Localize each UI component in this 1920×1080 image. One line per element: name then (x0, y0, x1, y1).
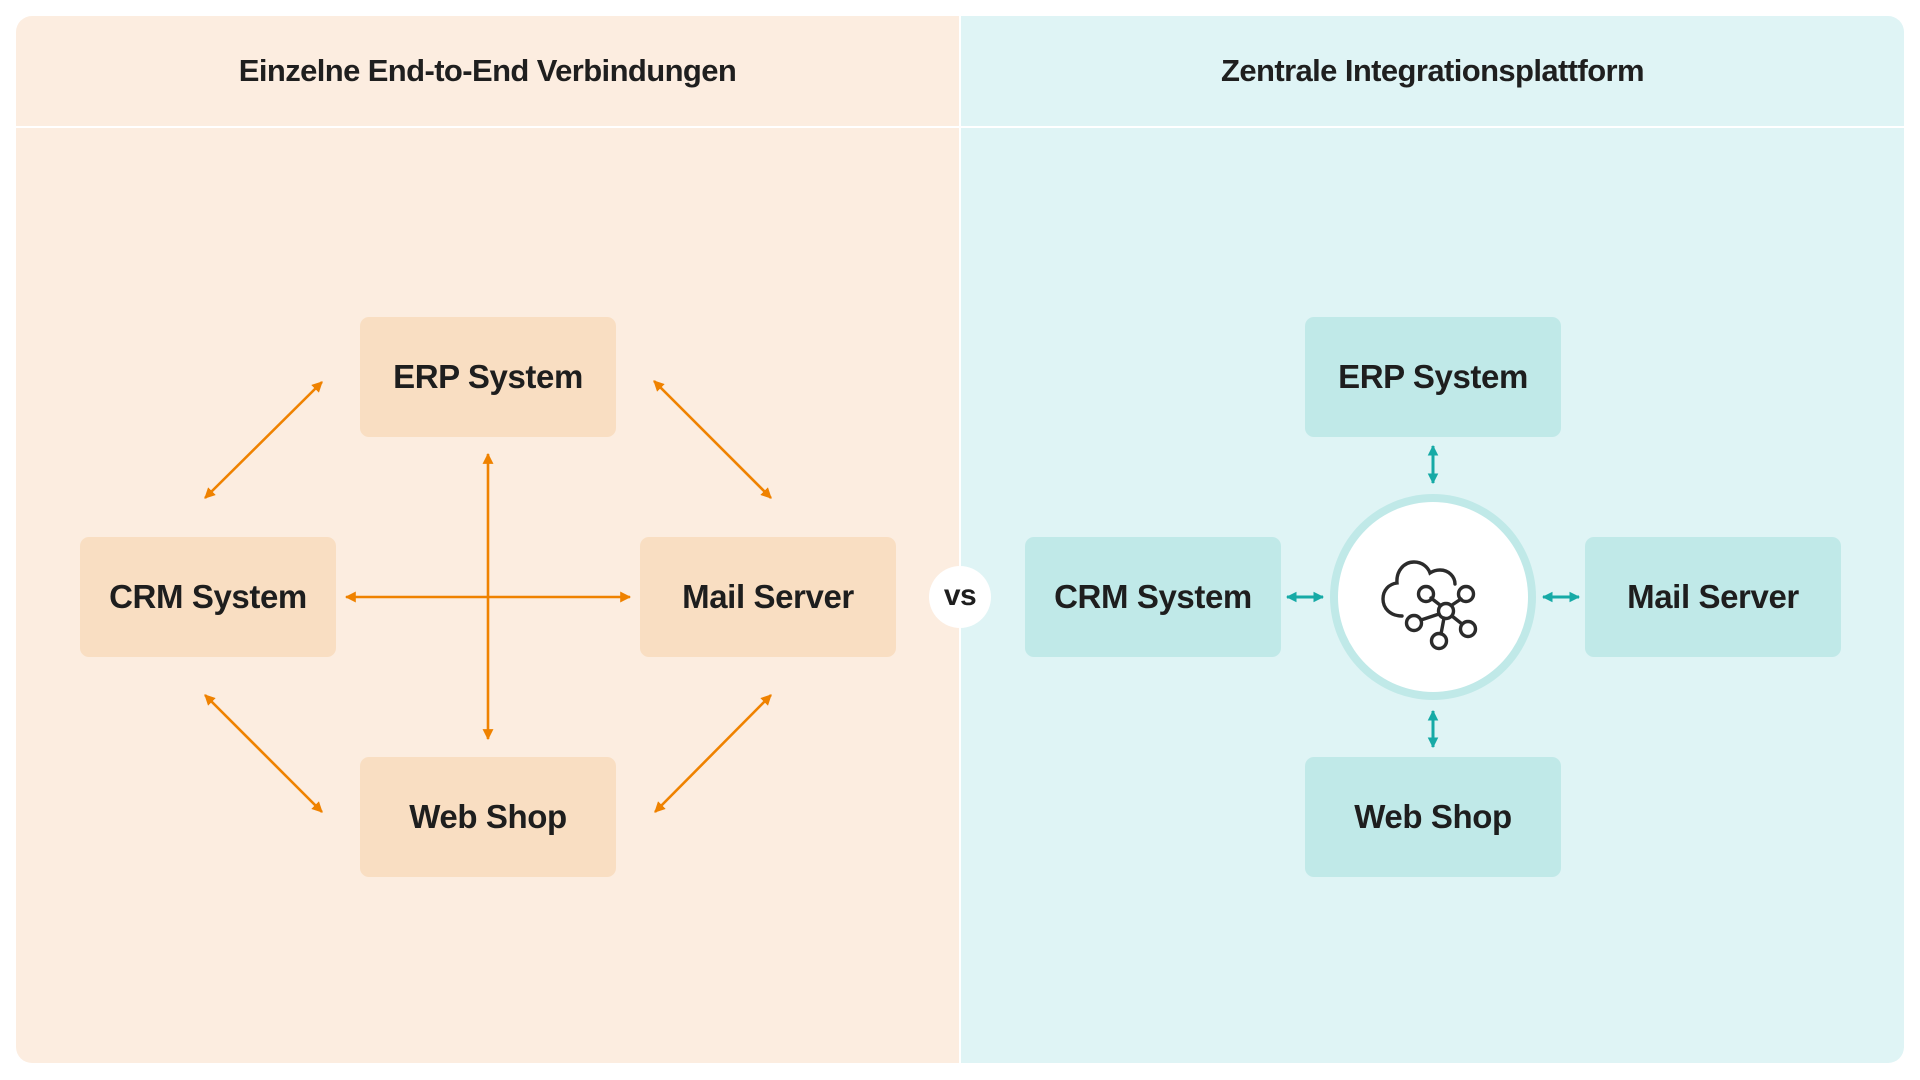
right-node-web-shop: Web Shop (1305, 757, 1561, 877)
right-node-crm-system: CRM System (1025, 537, 1281, 657)
integration-platform-title: Zentrale Integrationsplattform (1221, 53, 1645, 88)
left-node-crm-label: CRM System (109, 578, 307, 615)
right-node-erp-label: ERP System (1338, 358, 1528, 395)
left-node-erp-system: ERP System (360, 317, 616, 437)
panel-divider (959, 16, 961, 1063)
point-to-point-title: Einzelne End-to-End Verbindungen (238, 53, 737, 88)
left-node-crm-system: CRM System (80, 537, 336, 657)
right-node-mail-server: Mail Server (1585, 537, 1841, 657)
right-node-erp-system: ERP System (1305, 317, 1561, 437)
left-node-mail-server: Mail Server (640, 537, 896, 657)
right-node-web-label: Web Shop (1354, 798, 1512, 835)
left-node-web-shop: Web Shop (360, 757, 616, 877)
integration-platform-header: Zentrale Integrationsplattform (961, 16, 1904, 128)
right-node-crm-label: CRM System (1054, 578, 1252, 615)
integration-hub-inner (1338, 502, 1528, 692)
integration-hub (1330, 494, 1536, 700)
right-node-mail-label: Mail Server (1627, 578, 1799, 615)
left-node-web-label: Web Shop (409, 798, 567, 835)
point-to-point-header: Einzelne End-to-End Verbindungen (16, 16, 959, 128)
cloud-network-icon (1381, 560, 1478, 651)
left-node-mail-label: Mail Server (682, 578, 854, 615)
vs-badge: vs (929, 566, 991, 628)
left-node-erp-label: ERP System (393, 358, 583, 395)
vs-label: vs (943, 578, 977, 612)
